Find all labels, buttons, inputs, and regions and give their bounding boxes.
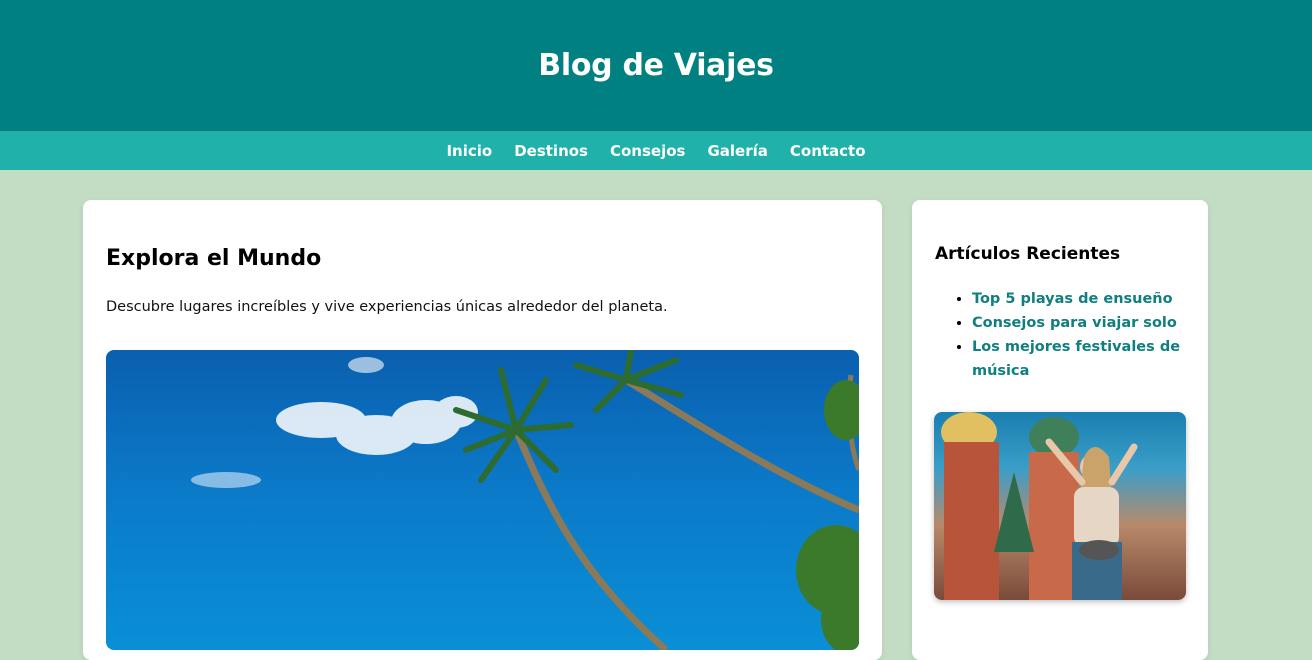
nav-link-galeria[interactable]: Galería bbox=[707, 142, 767, 160]
main-article-card: Explora el Mundo Descubre lugares increí… bbox=[83, 200, 882, 660]
article-intro: Descubre lugares increíbles y vive exper… bbox=[106, 299, 668, 315]
traveler-illustration bbox=[941, 412, 1138, 600]
article-link[interactable]: Top 5 playas de ensueño bbox=[972, 291, 1173, 307]
palm-trees-illustration bbox=[191, 350, 859, 650]
recent-articles-heading: Artículos Recientes bbox=[935, 244, 1121, 264]
site-header: Blog de Viajes bbox=[0, 0, 1312, 131]
site-title: Blog de Viajes bbox=[538, 48, 774, 83]
traveler-photo bbox=[934, 412, 1186, 600]
article-link[interactable]: Los mejores festivales de música bbox=[972, 339, 1180, 379]
nav-link-contacto[interactable]: Contacto bbox=[790, 142, 866, 160]
nav-link-consejos[interactable]: Consejos bbox=[610, 142, 685, 160]
beach-palm-image bbox=[106, 350, 859, 650]
article-link[interactable]: Consejos para viajar solo bbox=[972, 315, 1177, 331]
nav-link-destinos[interactable]: Destinos bbox=[514, 142, 588, 160]
list-item: Consejos para viajar solo bbox=[972, 311, 1192, 335]
nav-link-inicio[interactable]: Inicio bbox=[446, 142, 492, 160]
article-heading: Explora el Mundo bbox=[106, 246, 322, 271]
recent-articles-card: Artículos Recientes Top 5 playas de ensu… bbox=[912, 200, 1208, 660]
main-nav: Inicio Destinos Consejos Galería Contact… bbox=[0, 131, 1312, 170]
recent-articles-list: Top 5 playas de ensueño Consejos para vi… bbox=[935, 287, 1192, 383]
list-item: Los mejores festivales de música bbox=[972, 335, 1192, 383]
list-item: Top 5 playas de ensueño bbox=[972, 287, 1192, 311]
